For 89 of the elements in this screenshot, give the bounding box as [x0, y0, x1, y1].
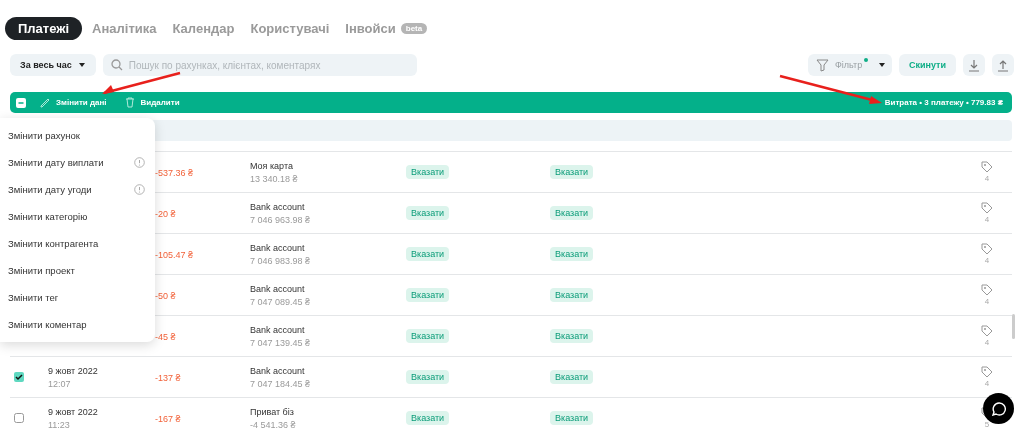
info-icon: [134, 184, 145, 195]
tag-icon: [981, 202, 993, 214]
selection-summary: Витрата • 3 платежу • 779.83 ₴: [884, 98, 1003, 107]
category-chip[interactable]: Вказати: [406, 329, 450, 343]
upload-button[interactable]: [992, 54, 1014, 76]
amount-text: -45 ₴: [155, 332, 176, 342]
account-balance: -4 541.36 ₴: [250, 419, 297, 430]
menu-item[interactable]: Змінити проект: [0, 257, 155, 284]
account-name: Bank account: [250, 324, 306, 335]
category-chip[interactable]: Вказати: [406, 165, 450, 179]
scrollbar[interactable]: [1012, 314, 1015, 339]
tag-icon: [981, 243, 993, 255]
caret-icon: [77, 62, 86, 68]
tag-icon: [981, 366, 993, 378]
edit-button[interactable]: Змінити дані: [36, 97, 111, 108]
project-chip[interactable]: Вказати: [550, 329, 594, 343]
menu-item[interactable]: Змінити тег: [0, 284, 155, 311]
tab[interactable]: Інвойси beta: [339, 17, 434, 40]
menu-item[interactable]: Змінити дату виплати: [0, 149, 155, 176]
account-name: Моя карта: [250, 160, 294, 171]
tag-icon: [981, 284, 993, 296]
download-button[interactable]: [963, 54, 985, 76]
menu-item[interactable]: Змінити контрагента: [0, 230, 155, 257]
time-text: 12:07: [48, 378, 72, 389]
account-name: Bank account: [250, 201, 306, 212]
delete-button[interactable]: Видалити: [120, 97, 184, 108]
account-balance: 7 047 139.45 ₴: [250, 337, 312, 348]
category-chip[interactable]: Вказати: [406, 288, 450, 302]
account-name: Приват біз: [250, 406, 295, 417]
filter-button[interactable]: Фільтр: [807, 54, 892, 76]
project-chip[interactable]: Вказати: [550, 370, 594, 384]
category-chip[interactable]: Вказати: [406, 411, 450, 425]
amount-text: -137 ₴: [155, 373, 181, 383]
tag-icon: [981, 325, 993, 337]
trash-icon: [124, 97, 135, 108]
menu-item[interactable]: Змінити категорію: [0, 203, 155, 230]
menu-item[interactable]: Змінити рахунок: [0, 122, 155, 149]
menu-item[interactable]: Змінити коментар: [0, 311, 155, 338]
checkbox[interactable]: [14, 413, 24, 423]
download-icon: [968, 58, 980, 72]
project-chip[interactable]: Вказати: [550, 165, 594, 179]
tab[interactable]: Аналітика: [86, 17, 163, 40]
caret-icon: [878, 62, 887, 68]
chat-icon: [991, 401, 1006, 416]
tags-button[interactable]: 4: [981, 366, 993, 388]
account-balance: 7 046 983.98 ₴: [250, 255, 312, 266]
project-chip[interactable]: Вказати: [550, 206, 594, 220]
date-text: 9 жовт 2022: [48, 365, 99, 376]
tab[interactable]: Платежі: [5, 17, 83, 40]
account-balance: 13 340.18 ₴: [250, 173, 299, 184]
menu-item[interactable]: Змінити дату угоди: [0, 176, 155, 203]
project-chip[interactable]: Вказати: [550, 247, 594, 261]
tags-button[interactable]: 4: [981, 202, 993, 224]
category-chip[interactable]: Вказати: [406, 206, 450, 220]
amount-text: -537.36 ₴: [155, 168, 194, 178]
account-balance: 7 046 963.98 ₴: [250, 214, 312, 225]
account-balance: 7 047 184.45 ₴: [250, 378, 312, 389]
checkbox[interactable]: [14, 372, 24, 382]
tags-button[interactable]: 4: [981, 161, 993, 183]
info-icon: [134, 157, 145, 168]
tab[interactable]: Користувачі: [244, 17, 336, 40]
chat-button[interactable]: [983, 393, 1014, 424]
amount-text: -20 ₴: [155, 209, 176, 219]
amount-text: -167 ₴: [155, 414, 181, 424]
account-balance: 7 047 089.45 ₴: [250, 296, 312, 307]
tab[interactable]: Календар: [166, 17, 241, 40]
select-all-checkbox[interactable]: [16, 97, 26, 108]
tags-button[interactable]: 4: [981, 325, 993, 347]
date-text: 9 жовт 2022: [48, 406, 99, 417]
period-dropdown[interactable]: За весь час: [10, 54, 96, 76]
account-name: Bank account: [250, 283, 306, 294]
beta-badge: beta: [400, 23, 428, 34]
amount-text: -105.47 ₴: [155, 250, 194, 260]
search-icon: [110, 59, 123, 71]
account-name: Bank account: [250, 242, 306, 253]
tags-button[interactable]: 4: [981, 284, 993, 306]
tags-button[interactable]: 4: [981, 243, 993, 265]
project-chip[interactable]: Вказати: [550, 288, 594, 302]
upload-icon: [997, 58, 1009, 72]
amount-text: -50 ₴: [155, 291, 176, 301]
account-name: Bank account: [250, 365, 306, 376]
filter-icon: [815, 58, 829, 72]
time-text: 11:23: [48, 419, 71, 430]
tag-icon: [981, 161, 993, 173]
category-chip[interactable]: Вказати: [406, 370, 450, 384]
category-chip[interactable]: Вказати: [406, 247, 450, 261]
reset-button[interactable]: Скинути: [898, 54, 956, 76]
pencil-icon: [40, 97, 50, 108]
project-chip[interactable]: Вказати: [550, 411, 594, 425]
